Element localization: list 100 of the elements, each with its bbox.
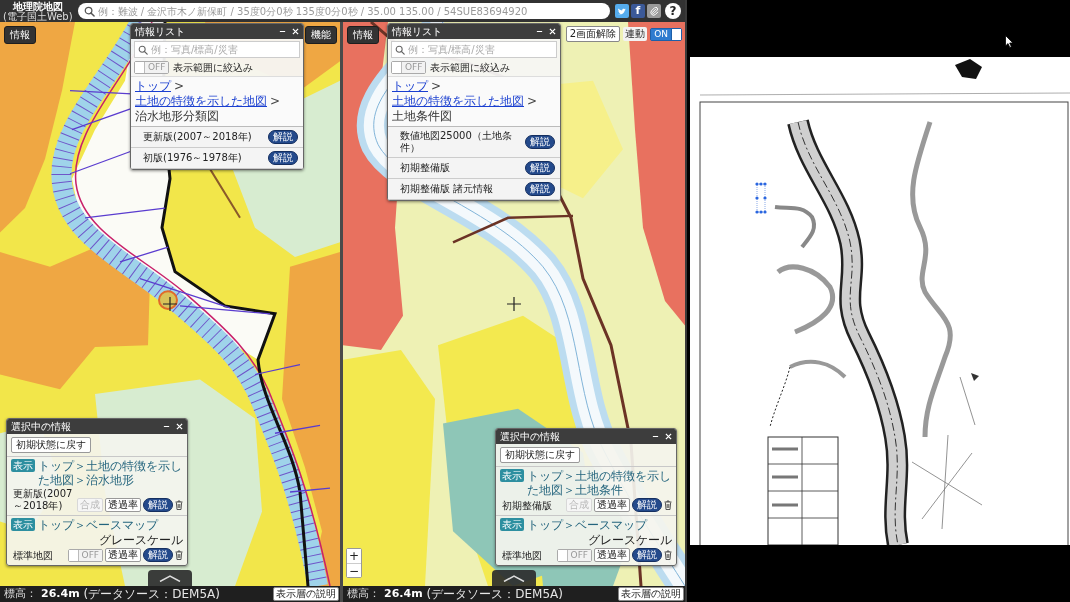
layer-path: トップ＞ベースマップ	[527, 518, 647, 532]
opacity-button[interactable]: 透過率	[594, 548, 630, 562]
split-screen-button[interactable]: 2画面解除	[565, 26, 621, 42]
close-icon[interactable]	[549, 28, 556, 35]
list-item[interactable]: 初版(1976～1978年) 解説	[131, 148, 303, 169]
panel-title: 選択中の情報	[500, 430, 560, 443]
list-item[interactable]: 初期整備版 諸元情報 解説	[388, 179, 560, 200]
panel-title: 情報リスト	[392, 25, 442, 38]
elevation-label: 標高：	[347, 587, 380, 601]
zoom-out-button[interactable]: −	[347, 563, 361, 577]
list-item[interactable]: 数値地図25000（土地条件） 解説	[388, 127, 560, 158]
description-button[interactable]: 解説	[143, 498, 173, 512]
description-button[interactable]: 解説	[525, 182, 555, 196]
search-icon	[83, 5, 95, 17]
link-button[interactable]	[647, 4, 661, 18]
search-icon	[138, 44, 148, 55]
breadcrumb-current: 土地条件図	[392, 109, 452, 123]
item-label: 初版(1976～1978年)	[143, 152, 242, 164]
filter-label: 表示範囲に絞込み	[173, 61, 254, 74]
filter-label: 表示範囲に絞込み	[430, 61, 511, 74]
search-field[interactable]: 例：難波 / 金沢市木ノ新保町 / 35度0分0秒 135度0分0秒 / 35.00 135.00 / 54SUE83694920	[77, 3, 610, 19]
breadcrumb-link[interactable]: 土地の特徴を示した地図	[392, 94, 524, 108]
trash-icon[interactable]	[175, 550, 183, 560]
close-icon[interactable]	[292, 28, 299, 35]
opacity-button[interactable]: 透過率	[594, 498, 630, 512]
layer-title: 更新版(2007～2018年)	[12, 488, 74, 512]
search-icon	[395, 44, 405, 55]
item-label: 初期整備版	[400, 162, 450, 174]
info-search-field[interactable]: 例：写真/標高/災害	[134, 41, 300, 58]
description-button[interactable]: 解説	[143, 548, 173, 562]
trash-icon[interactable]	[664, 500, 672, 510]
chevron-up-icon	[503, 574, 525, 582]
share-button[interactable]: f	[631, 4, 645, 18]
minimize-icon[interactable]	[279, 28, 286, 35]
selection-handles-icon[interactable]	[755, 182, 767, 214]
panel-title: 情報リスト	[135, 25, 185, 38]
trash-icon[interactable]	[175, 500, 183, 510]
menu-button[interactable]: 機能	[305, 26, 337, 44]
reset-button[interactable]: 初期状態に戻す	[11, 437, 91, 453]
description-button[interactable]: 解説	[525, 161, 555, 175]
legend-button[interactable]: 表示層の説明	[273, 587, 339, 601]
elevation-value: 26.4m	[384, 587, 423, 601]
description-button[interactable]: 解説	[632, 498, 662, 512]
link-icon	[649, 6, 659, 16]
minimize-icon[interactable]	[163, 423, 170, 430]
display-toggle-button[interactable]: 表示	[500, 518, 524, 531]
breadcrumb-link[interactable]: トップ	[392, 79, 428, 93]
layer-path: トップ＞ベースマップ	[38, 518, 158, 532]
minimize-icon[interactable]	[652, 433, 659, 440]
layer-path: トップ＞土地の特徴を示した地図＞治水地形	[38, 459, 183, 487]
breadcrumb-separator: >	[270, 94, 281, 108]
layer-title: 標準地図	[501, 550, 543, 562]
close-icon[interactable]	[665, 433, 672, 440]
sync-label: 連動	[623, 27, 648, 41]
info-button[interactable]: 情報	[4, 26, 36, 44]
expand-tab-button[interactable]	[492, 570, 536, 586]
opacity-button[interactable]: 透過率	[105, 498, 141, 512]
display-toggle-button[interactable]: 表示	[500, 469, 524, 482]
display-toggle-button[interactable]: 表示	[11, 518, 35, 531]
app-subtitle: (電子国土Web)	[3, 11, 73, 22]
trash-icon[interactable]	[664, 550, 672, 560]
elevation-value: 26.4m	[41, 587, 80, 601]
close-icon[interactable]	[176, 423, 183, 430]
layer-title: 初期整備版	[501, 500, 553, 512]
layer-title: 標準地図	[12, 550, 54, 562]
description-button[interactable]: 解説	[268, 130, 298, 144]
item-label: 初期整備版 諸元情報	[400, 183, 494, 195]
app-title: 地理院地図	[12, 0, 63, 12]
list-item[interactable]: 初期整備版 解説	[388, 158, 560, 179]
breadcrumb-separator: >	[431, 79, 442, 93]
info-button[interactable]: 情報	[347, 26, 379, 44]
breadcrumb-separator: >	[527, 94, 538, 108]
description-button[interactable]: 解説	[268, 151, 298, 165]
grayscale-label: グレースケール	[588, 533, 672, 547]
legend-button[interactable]: 表示層の説明	[618, 587, 684, 601]
breadcrumb-link[interactable]: トップ	[135, 79, 171, 93]
item-label: 数値地図25000（土地条件）	[400, 130, 513, 154]
list-item[interactable]: 更新版(2007～2018年) 解説	[131, 127, 303, 148]
description-button[interactable]: 解説	[632, 548, 662, 562]
reset-button[interactable]: 初期状態に戻す	[500, 447, 580, 463]
data-source: (データソース：DEM5A)	[426, 587, 563, 601]
share-button[interactable]	[615, 4, 629, 18]
elevation-label: 標高：	[4, 587, 37, 601]
display-toggle-button[interactable]: 表示	[11, 459, 35, 472]
bird-icon	[617, 7, 627, 15]
info-search-field[interactable]: 例：写真/標高/災害	[391, 41, 557, 58]
zoom-in-button[interactable]: +	[347, 549, 361, 563]
minimize-icon[interactable]	[536, 28, 543, 35]
breadcrumb-link[interactable]: 土地の特徴を示した地図	[135, 94, 267, 108]
breadcrumb-current: 治水地形分類図	[135, 109, 219, 123]
panel-title: 選択中の情報	[11, 420, 71, 433]
cursor-icon	[1005, 35, 1014, 48]
crosshair-icon	[507, 297, 521, 311]
grayscale-label: グレースケール	[99, 533, 183, 547]
opacity-button[interactable]: 透過率	[105, 548, 141, 562]
chevron-up-icon	[159, 574, 181, 582]
description-button[interactable]: 解説	[525, 135, 555, 149]
expand-tab-button[interactable]	[148, 570, 192, 586]
data-source: (データソース：DEM5A)	[83, 587, 220, 601]
help-button[interactable]: ?	[665, 3, 681, 19]
